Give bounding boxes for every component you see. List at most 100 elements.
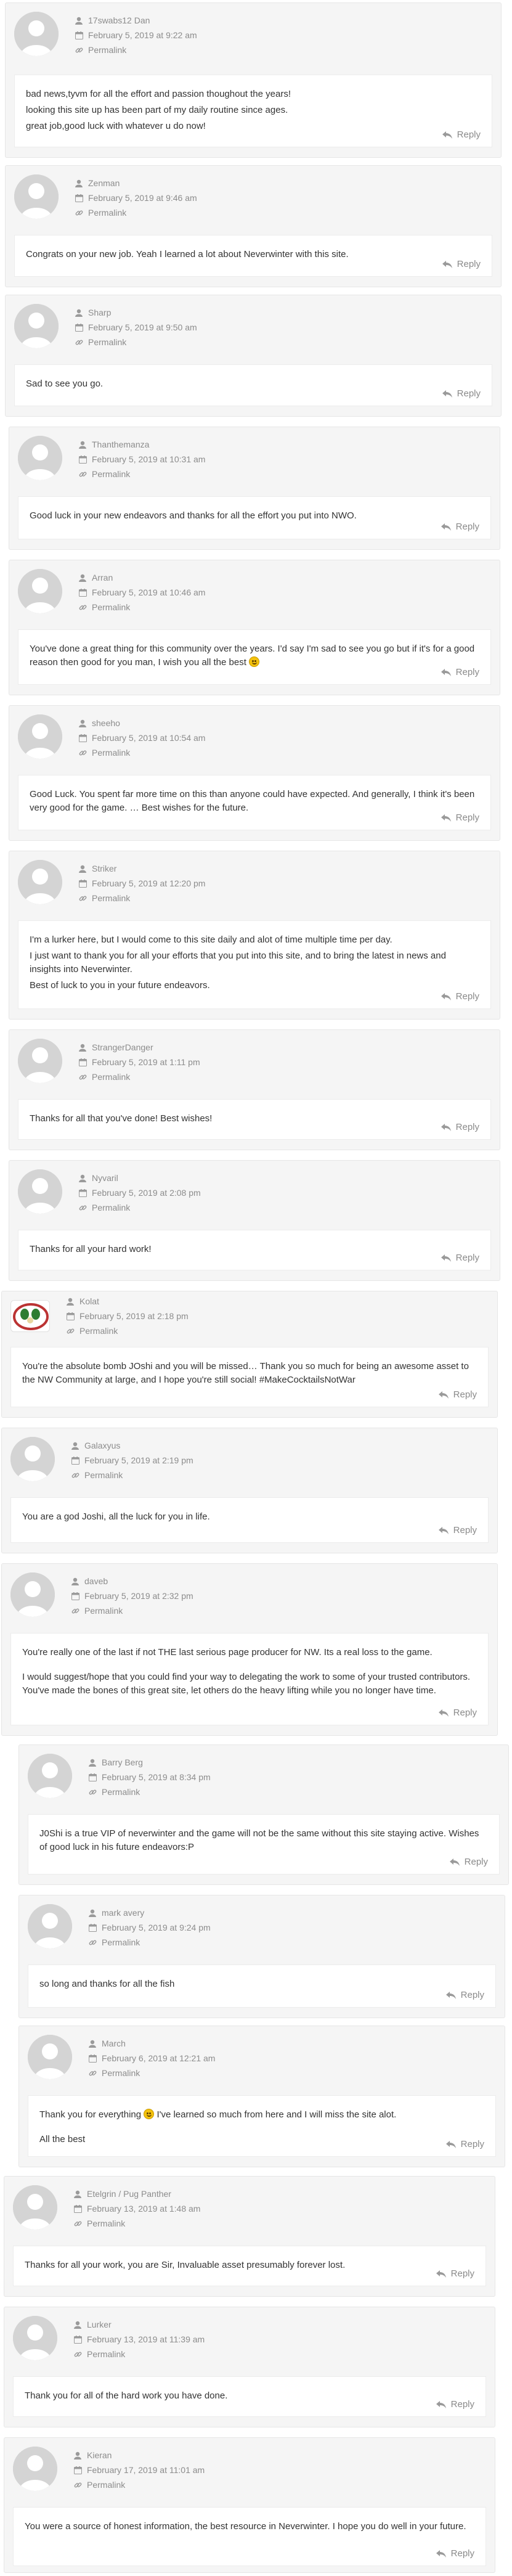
comment-author[interactable]: daveb (84, 1574, 108, 1589)
permalink-link[interactable]: Permalink (88, 43, 126, 57)
permalink-link[interactable]: Permalink (87, 2216, 125, 2231)
comment-text: Best of luck to you in your future endea… (30, 980, 210, 991)
reply-button[interactable]: Reply (436, 2547, 474, 2561)
comment-author[interactable]: Arran (92, 570, 113, 585)
comment-date: February 13, 2019 at 1:48 am (87, 2204, 201, 2214)
comment-author[interactable]: Kieran (87, 2448, 112, 2463)
comment: Zenman February 5, 2019 at 9:46 am Perma… (5, 165, 502, 287)
reply-button[interactable]: Reply (436, 2398, 474, 2411)
permalink-link[interactable]: Permalink (102, 2066, 140, 2080)
comment-author[interactable]: Nyvaril (92, 1171, 118, 1185)
reply-button[interactable]: Reply (441, 1251, 479, 1265)
user-icon (78, 1044, 87, 1052)
reply-label: Reply (450, 2548, 474, 2559)
comment: StrangerDanger February 5, 2019 at 1:11 … (9, 1029, 500, 1150)
comment-text: Thank you for everything (39, 2109, 142, 2120)
avatar (13, 2185, 57, 2230)
permalink-link[interactable]: Permalink (102, 1785, 140, 1799)
comment-author[interactable]: Etelgrin / Pug Panther (87, 2186, 171, 2201)
comment-author[interactable]: Sharp (88, 305, 111, 320)
avatar (28, 1904, 72, 1948)
comment-author[interactable]: mark avery (102, 1905, 144, 1920)
comment-date: February 5, 2019 at 2:08 pm (92, 1188, 201, 1198)
comment-date: February 5, 2019 at 2:18 pm (79, 1311, 189, 1321)
reply-button[interactable]: Reply (436, 2267, 474, 2281)
permalink-link[interactable]: Permalink (92, 600, 130, 615)
comment-date: February 5, 2019 at 9:46 am (88, 193, 197, 203)
reply-button[interactable]: Reply (441, 520, 479, 534)
reply-button[interactable]: Reply (438, 1706, 477, 1720)
comment-author[interactable]: Kolat (79, 1294, 99, 1309)
comment-text: All the best (39, 2134, 86, 2145)
comment-author[interactable]: StrangerDanger (92, 1040, 153, 1055)
permalink-link[interactable]: Permalink (92, 1200, 130, 1215)
permalink-link[interactable]: Permalink (88, 335, 126, 350)
comment: Barry Berg February 5, 2019 at 8:34 pm P… (18, 1744, 509, 1885)
link-icon (66, 1327, 75, 1335)
comment-text: Sad to see you go. (26, 378, 104, 389)
reply-button[interactable]: Reply (438, 1524, 477, 1537)
avatar (14, 12, 59, 56)
comment-text: I would suggest/hope that you could find… (22, 1672, 471, 1696)
reply-button[interactable]: Reply (445, 1989, 484, 2002)
reply-button[interactable]: Reply (441, 990, 479, 1004)
comment-author[interactable]: Barry Berg (102, 1755, 143, 1770)
link-icon (73, 2481, 82, 2489)
avatar (18, 860, 62, 904)
user-icon (78, 865, 87, 873)
reply-button[interactable]: Reply (442, 258, 481, 271)
reply-icon (441, 1254, 451, 1262)
permalink-link[interactable]: Permalink (102, 1935, 140, 1950)
comment-text: so long and thanks for all the fish (39, 1979, 175, 1989)
comment-body: J0Shi is a true VIP of neverwinter and t… (28, 1814, 500, 1875)
reply-icon (438, 1391, 449, 1399)
permalink-link[interactable]: Permalink (79, 1323, 118, 1338)
comment-author[interactable]: Lurker (87, 2317, 112, 2332)
reply-icon (442, 390, 452, 398)
comment-author[interactable]: Galaxyus (84, 1438, 120, 1453)
comment-date: February 5, 2019 at 9:24 pm (102, 1923, 211, 1932)
comment-text: Good Luck. You spent far more time on th… (30, 789, 475, 813)
calendar-icon (88, 1923, 97, 1932)
permalink-link[interactable]: Permalink (88, 205, 126, 220)
comment-date: February 5, 2019 at 10:46 am (92, 587, 206, 597)
permalink-link[interactable]: Permalink (92, 467, 130, 481)
comment-author[interactable]: sheeho (92, 716, 120, 730)
user-icon (75, 179, 83, 187)
comment-text: You're really one of the last if not THE… (22, 1647, 433, 1658)
comment-author[interactable]: Thanthemanza (92, 437, 149, 452)
comment-author[interactable]: 17swabs12 Dan (88, 13, 150, 28)
reply-button[interactable]: Reply (441, 811, 479, 825)
reply-button[interactable]: Reply (449, 1855, 488, 1869)
permalink-link[interactable]: Permalink (87, 2347, 125, 2361)
permalink-link[interactable]: Permalink (92, 745, 130, 760)
reply-button[interactable]: Reply (438, 1388, 477, 1402)
comment-date: February 5, 2019 at 10:31 am (92, 454, 206, 464)
comment-text: bad news,tyvm for all the effort and pas… (26, 89, 291, 99)
comment-text: I'm a lurker here, but I would come to t… (30, 934, 392, 945)
comment-text: Thank you for all of the hard work you h… (25, 2390, 228, 2401)
comment-author[interactable]: Striker (92, 861, 116, 876)
calendar-icon (78, 588, 87, 597)
reply-icon (442, 131, 452, 139)
reply-button[interactable]: Reply (441, 1121, 479, 1134)
reply-button[interactable]: Reply (445, 2138, 484, 2151)
comment-author[interactable]: Zenman (88, 176, 120, 190)
link-icon (78, 603, 87, 611)
permalink-link[interactable]: Permalink (92, 891, 130, 906)
reply-label: Reply (460, 2139, 484, 2149)
permalink-link[interactable]: Permalink (87, 2477, 125, 2492)
reply-icon (449, 1858, 460, 1866)
reply-button[interactable]: Reply (441, 666, 479, 679)
comment-body: Thank you for everything I've learned so… (28, 2095, 496, 2157)
calendar-icon (71, 1592, 79, 1600)
reply-button[interactable]: Reply (442, 387, 481, 401)
calendar-icon (78, 734, 87, 742)
avatar (13, 2316, 57, 2360)
permalink-link[interactable]: Permalink (84, 1468, 123, 1482)
permalink-link[interactable]: Permalink (92, 1069, 130, 1084)
reply-button[interactable]: Reply (442, 128, 481, 142)
comment-author[interactable]: March (102, 2036, 126, 2051)
permalink-link[interactable]: Permalink (84, 1603, 123, 1618)
comment: 17swabs12 Dan February 5, 2019 at 9:22 a… (5, 2, 502, 158)
